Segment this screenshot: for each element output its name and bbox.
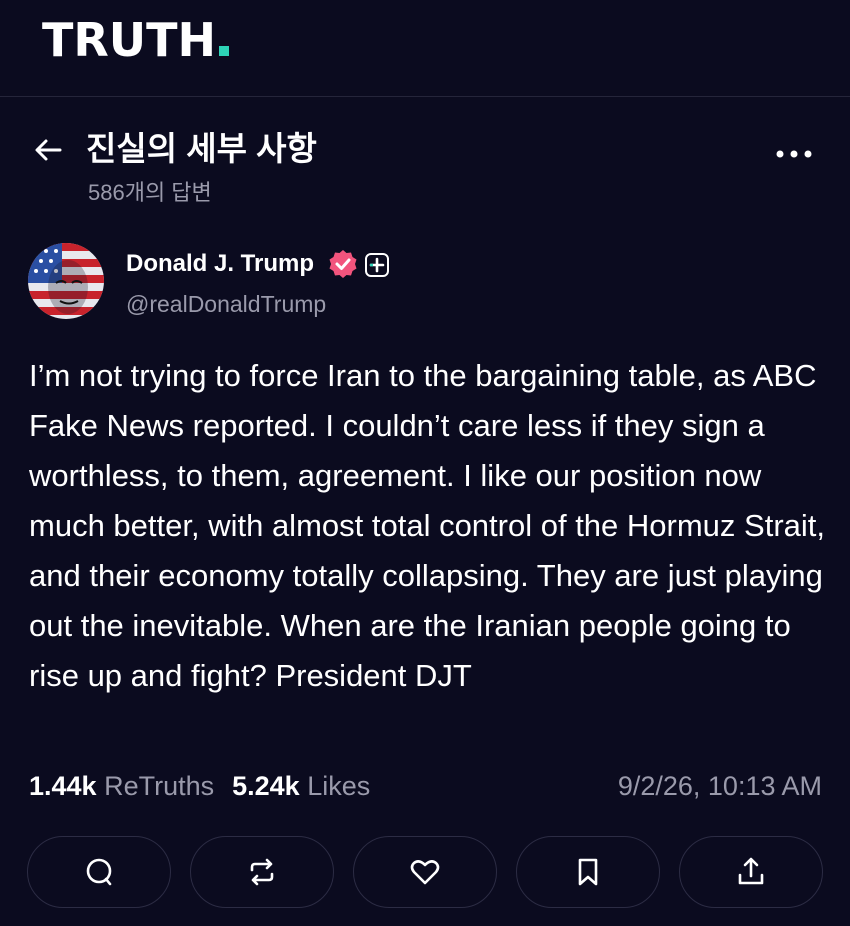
likes-label: Likes <box>307 771 371 801</box>
arrow-left-icon[interactable] <box>32 134 64 166</box>
top-bar: TRUTH <box>0 0 850 97</box>
post-stats: 1.44k ReTruths 5.24k Likes <box>29 768 370 804</box>
reply-icon <box>86 858 112 886</box>
bookmark-button[interactable] <box>516 836 660 908</box>
reply-count: 586개의 답변 <box>88 180 212 205</box>
truth-logo[interactable]: TRUTH <box>42 14 230 66</box>
retruth-icon <box>250 858 274 886</box>
bookmark-icon <box>578 858 598 886</box>
logo-dot <box>219 46 230 56</box>
likes-stat[interactable]: 5.24k Likes <box>232 771 370 801</box>
author-name[interactable]: Donald J. Trump <box>126 248 314 280</box>
like-button[interactable] <box>353 836 497 908</box>
page-title: 진실의 세부 사항 <box>86 130 317 167</box>
post-body: I’m not trying to force Iran to the barg… <box>29 358 825 693</box>
post-timestamp: 9/2/26, 10:13 AM <box>617 771 822 801</box>
heart-icon <box>410 860 440 885</box>
action-bar <box>27 836 823 910</box>
retruths-count: 1.44k <box>29 771 97 801</box>
author-handle[interactable]: @realDonaldTrump <box>126 288 326 320</box>
share-button[interactable] <box>679 836 823 908</box>
retruths-label: ReTruths <box>104 771 215 801</box>
reply-button[interactable] <box>27 836 171 908</box>
avatar[interactable] <box>28 243 104 319</box>
plus-badge-icon <box>365 253 389 277</box>
retruths-stat[interactable]: 1.44k ReTruths <box>29 771 214 801</box>
retruth-button[interactable] <box>190 836 334 908</box>
verified-badge-icon <box>329 250 357 278</box>
more-horizontal-icon[interactable] <box>774 146 814 162</box>
share-icon <box>738 857 764 885</box>
likes-count: 5.24k <box>232 771 300 801</box>
